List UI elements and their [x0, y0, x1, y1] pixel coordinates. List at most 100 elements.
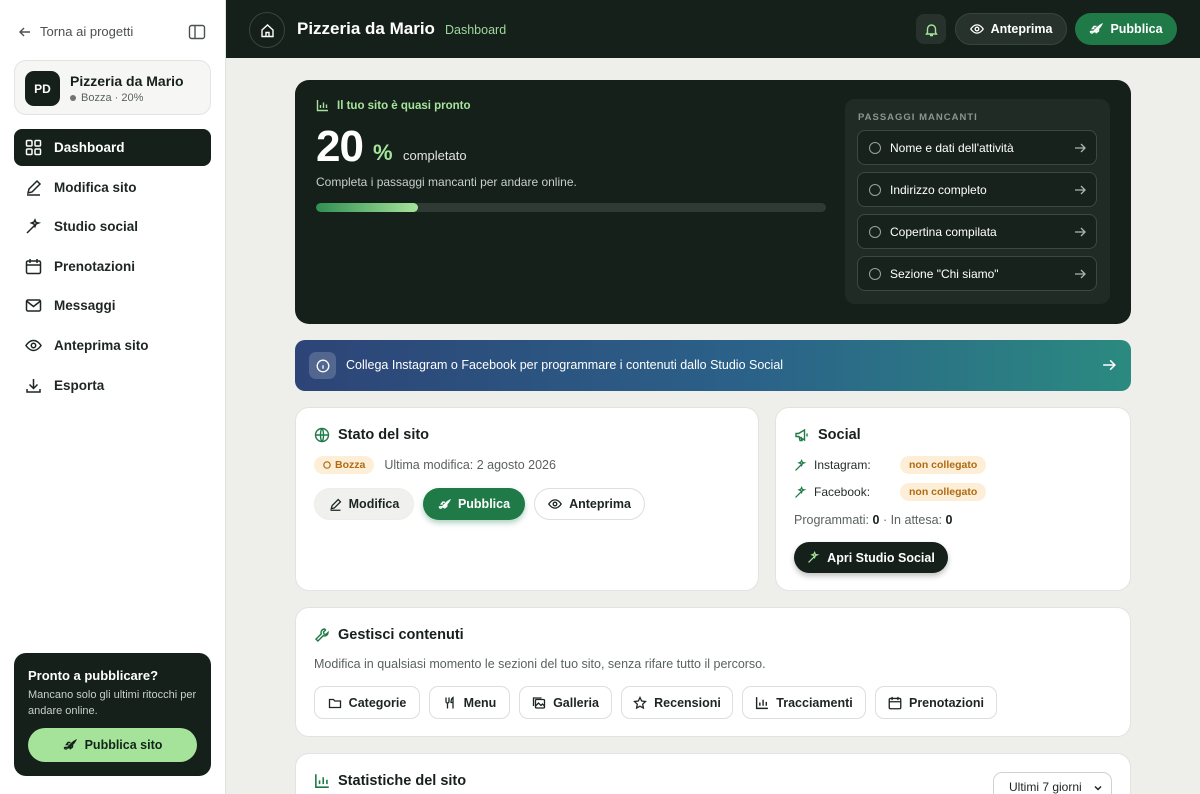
progress-percent-word: completato — [403, 148, 467, 163]
social-title: Social — [794, 427, 861, 443]
stats-range-select[interactable]: Ultimi 7 giorni — [993, 772, 1112, 794]
nav-label: Modifica sito — [54, 179, 137, 195]
progress-description: Completa i passaggi mancanti per andare … — [316, 175, 577, 189]
arrow-right-icon — [1103, 359, 1116, 371]
site-statistics-title: Statistiche del sito — [314, 773, 466, 789]
nav-item-anteprima-sito[interactable]: Anteprima sito — [14, 327, 211, 364]
publish-site-label: Pubblica sito — [84, 738, 163, 752]
utensils-icon — [445, 695, 454, 708]
sparkle-icon — [808, 551, 820, 563]
eye-icon — [548, 499, 563, 509]
scheduled-value: 0 — [872, 513, 880, 527]
pencil-icon — [26, 179, 42, 196]
bar-chart-icon — [316, 100, 328, 112]
site-statistics-card: Statistiche del sito Ultimi 7 giorni — [295, 753, 1131, 794]
back-to-projects-link[interactable]: Torna ai progetti — [18, 24, 133, 39]
chip-galleria[interactable]: Galleria — [519, 686, 612, 719]
header-preview-button[interactable]: Anteprima — [955, 13, 1067, 45]
missing-step-label: Nome e dati dell'attività — [890, 140, 1014, 155]
header-publish-label: Pubblica — [1110, 22, 1163, 36]
chip-tracciamenti[interactable]: Tracciamenti — [742, 686, 866, 719]
eye-icon — [25, 339, 42, 352]
publish-button[interactable]: Pubblica — [423, 488, 525, 520]
facebook-row: Facebook: non collegato — [794, 483, 987, 501]
manage-content-title: Gestisci contenuti — [314, 627, 464, 643]
site-statistics-title-text: Statistiche del sito — [338, 773, 467, 789]
chip-recensioni[interactable]: Recensioni — [621, 686, 733, 719]
project-card[interactable]: PD Pizzeria da Mario Bozza · 20% — [14, 60, 211, 115]
progress-card: Il tuo sito è quasi pronto 20 % completa… — [295, 80, 1131, 324]
chip-menu[interactable]: Menu — [429, 686, 510, 719]
chip-label: Categorie — [348, 695, 407, 710]
chip-categorie[interactable]: Categorie — [314, 686, 420, 719]
nav-item-esporta[interactable]: Esporta — [14, 367, 211, 404]
progress-heading: Il tuo sito è quasi pronto — [316, 99, 471, 112]
site-status-title-text: Stato del sito — [338, 427, 430, 443]
chip-label: Menu — [463, 695, 497, 710]
preview-button[interactable]: Anteprima — [534, 488, 645, 520]
publish-site-button[interactable]: Pubblica sito — [28, 728, 197, 762]
wrench-icon — [315, 628, 329, 642]
preview-label: Anteprima — [569, 497, 631, 511]
stats-range-value: Ultimi 7 giorni — [1009, 780, 1082, 794]
notifications-button[interactable] — [916, 14, 946, 44]
arrow-left-icon — [19, 27, 30, 36]
mail-icon — [25, 299, 42, 313]
globe-icon — [314, 427, 330, 443]
sidebar-toggle-icon[interactable] — [188, 24, 206, 40]
missing-step-item[interactable]: Copertina compilata — [857, 214, 1097, 249]
missing-steps-panel: PASSAGGI MANCANTI Nome e dati dell'attiv… — [845, 99, 1110, 304]
instagram-status-badge: non collegato — [900, 456, 987, 474]
connect-social-banner[interactable]: Collega Instagram o Facebook per program… — [295, 340, 1131, 391]
site-status-card: Stato del sito Bozza Ultima modifica: 2 … — [295, 407, 759, 591]
folder-icon — [328, 698, 341, 708]
nav-item-prenotazioni[interactable]: Prenotazioni — [14, 248, 211, 285]
nav-item-modifica-sito[interactable]: Modifica sito — [14, 169, 211, 206]
project-status: Bozza · 20% — [70, 92, 143, 104]
facebook-label: Facebook: — [814, 485, 871, 499]
scheduled-summary: Programmati: 0 · In attesa: 0 — [794, 513, 952, 527]
back-label: Torna ai progetti — [40, 24, 134, 39]
top-header: Pizzeria da Mario Dashboard Anteprima Pu… — [226, 0, 1200, 58]
home-button[interactable] — [249, 12, 285, 48]
chip-label: Galleria — [553, 695, 599, 710]
chip-label: Tracciamenti — [776, 695, 853, 710]
missing-step-item[interactable]: Nome e dati dell'attività — [857, 130, 1097, 165]
nav-item-studio-social[interactable]: Studio social — [14, 208, 211, 245]
pencil-icon — [330, 498, 342, 511]
circle-icon — [869, 267, 881, 280]
manage-content-description: Modifica in qualsiasi momento le sezioni… — [314, 657, 766, 671]
sidebar: Torna ai progetti PD Pizzeria da Mario B… — [0, 0, 226, 794]
open-studio-social-button[interactable]: Apri Studio Social — [794, 542, 948, 573]
draft-badge: Bozza — [314, 456, 375, 474]
missing-step-label: Sezione "Chi siamo" — [890, 266, 999, 281]
images-icon — [532, 696, 546, 709]
page-title: Pizzeria da Mario — [297, 19, 435, 38]
nav-label: Messaggi — [54, 298, 116, 314]
project-status-text: Bozza · 20% — [81, 92, 144, 104]
nav-item-messaggi[interactable]: Messaggi — [14, 287, 211, 324]
nav-item-dashboard[interactable]: Dashboard — [14, 129, 211, 166]
rocket-icon — [438, 498, 451, 509]
missing-step-item[interactable]: Sezione "Chi siamo" — [857, 256, 1097, 291]
info-icon — [309, 352, 336, 379]
sidebar-nav: Dashboard Modifica sito Studio social Pr… — [14, 129, 211, 406]
instagram-row: Instagram: non collegato — [794, 456, 987, 474]
project-name: Pizzeria da Mario — [70, 73, 184, 89]
header-publish-button[interactable]: Pubblica — [1075, 13, 1177, 45]
chip-prenotazioni[interactable]: Prenotazioni — [875, 686, 997, 719]
nav-label: Dashboard — [54, 140, 125, 155]
arrow-right-icon — [1075, 185, 1086, 195]
instagram-label: Instagram: — [814, 458, 871, 472]
calendar-icon — [888, 696, 902, 709]
publish-prompt-card: Pronto a pubblicare? Mancano solo gli ul… — [14, 653, 211, 776]
missing-steps-title: PASSAGGI MANCANTI — [858, 112, 978, 123]
grid-icon — [25, 139, 42, 156]
download-icon — [26, 378, 41, 393]
social-title-text: Social — [818, 427, 861, 443]
pending-value: 0 — [945, 513, 953, 527]
calendar-icon — [25, 258, 42, 275]
missing-step-item[interactable]: Indirizzo completo — [857, 172, 1097, 207]
edit-site-button[interactable]: Modifica — [314, 488, 414, 520]
arrow-right-icon — [1075, 269, 1086, 279]
